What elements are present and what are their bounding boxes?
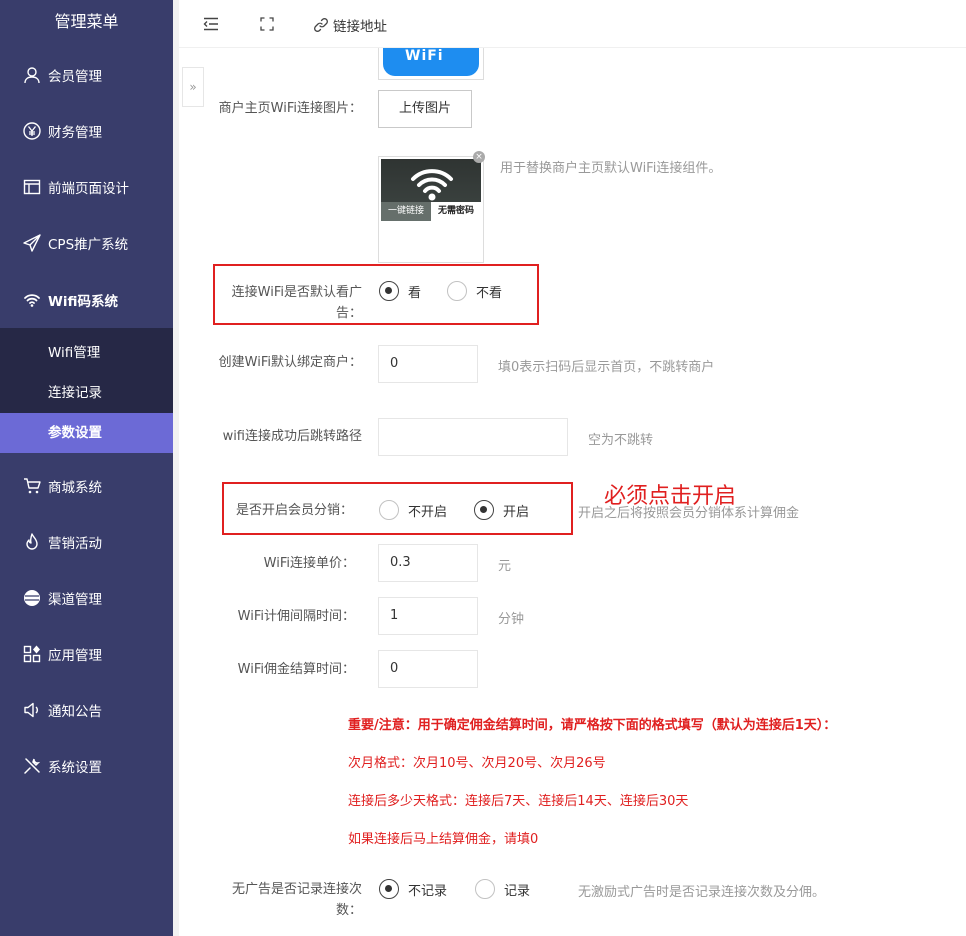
sidebar-divider bbox=[173, 0, 179, 936]
thumbnail-text: WiFi bbox=[405, 48, 444, 64]
sidebar-item-label: 前端页面设计 bbox=[48, 181, 129, 197]
wifi-image-hint: 用于替换商户主页默认WiFi连接组件。 bbox=[500, 161, 722, 176]
radio-label: 不记录 bbox=[408, 883, 448, 899]
sidebar-item-member[interactable]: 会员管理 bbox=[0, 55, 173, 95]
commission-label: 是否开启会员分销： bbox=[235, 503, 353, 518]
redirect-path-input[interactable] bbox=[378, 418, 568, 456]
redirect-path-hint: 空为不跳转 bbox=[588, 433, 654, 448]
top-bar: 链接地址 bbox=[179, 0, 966, 48]
wifi-icon bbox=[411, 169, 453, 201]
settle-time-label: WiFi佣金结算时间： bbox=[237, 662, 355, 677]
radio-circle bbox=[474, 500, 494, 520]
sidebar-item-notice[interactable]: 通知公告 bbox=[0, 690, 173, 730]
radio-label: 开启 bbox=[503, 504, 530, 520]
collapse-menu-icon[interactable] bbox=[201, 14, 221, 34]
speaker-icon bbox=[22, 700, 42, 720]
layout-icon bbox=[22, 177, 42, 197]
radio-no-ad[interactable]: 不看 bbox=[447, 281, 502, 301]
sidebar-title: 管理菜单 bbox=[0, 0, 173, 46]
upload-image-button[interactable]: 上传图片 bbox=[378, 90, 472, 128]
settle-time-input[interactable]: 0 bbox=[378, 650, 478, 688]
sidebar-item-mall[interactable]: 商城系统 bbox=[0, 466, 173, 506]
radio-record[interactable]: 记录 bbox=[475, 879, 530, 899]
tools-icon bbox=[22, 756, 42, 776]
radio-commission-off[interactable]: 不开启 bbox=[379, 500, 447, 520]
sidebar-item-channel[interactable]: 渠道管理 bbox=[0, 578, 173, 618]
wifi-image-label: 商户主页WiFi连接图片： bbox=[218, 101, 362, 116]
sidebar-item-system[interactable]: 系统设置 bbox=[0, 746, 173, 786]
ad-default-label: 连接WiFi是否默认看广告： bbox=[231, 285, 362, 321]
sidebar-item-finance[interactable]: 财务管理 bbox=[0, 111, 173, 151]
sidebar-item-label: 渠道管理 bbox=[48, 592, 102, 608]
expand-panel-icon[interactable]: » bbox=[182, 67, 204, 107]
settle-note-days: 连接后多少天格式：连接后7天、连接后14天、连接后30天 bbox=[348, 794, 689, 809]
thumbnail-caption-left: 一键链接 bbox=[381, 202, 431, 221]
sidebar-item-marketing[interactable]: 营销活动 bbox=[0, 522, 173, 562]
interval-input[interactable]: 1 bbox=[378, 597, 478, 635]
sidebar-item-label: 系统设置 bbox=[48, 760, 102, 776]
no-ad-record-label: 无广告是否记录连接次数： bbox=[231, 882, 362, 918]
sidebar-item-frontend-design[interactable]: 前端页面设计 bbox=[0, 167, 173, 207]
settle-note-monthly: 次月格式：次月10号、次月20号、次月26号 bbox=[348, 756, 606, 771]
fullscreen-icon[interactable] bbox=[257, 14, 277, 34]
link-icon bbox=[314, 18, 328, 32]
bind-merchant-input[interactable]: 0 bbox=[378, 345, 478, 383]
interval-label: WiFi计佣间隔时间： bbox=[237, 609, 355, 624]
radio-circle bbox=[379, 281, 399, 301]
settle-note-immediate: 如果连接后马上结算佣金，请填0 bbox=[348, 832, 539, 847]
radio-circle bbox=[475, 879, 495, 899]
sidebar-item-label: 会员管理 bbox=[48, 69, 102, 85]
sidebar-item-label: 商城系统 bbox=[48, 480, 102, 496]
sidebar-item-label: 应用管理 bbox=[48, 648, 102, 664]
bind-merchant-label: 创建WiFi默认绑定商户： bbox=[218, 355, 362, 370]
cart-icon bbox=[22, 476, 42, 496]
price-input[interactable]: 0.3 bbox=[378, 544, 478, 582]
sidebar-subitem-wifi-manage[interactable]: Wifi管理 bbox=[0, 333, 173, 373]
radio-label: 记录 bbox=[504, 883, 531, 899]
sidebar-item-label: Wifi码系统 bbox=[48, 294, 119, 310]
user-icon bbox=[22, 65, 42, 85]
sidebar-subitem-params[interactable]: 参数设置 bbox=[0, 413, 173, 453]
wifi-icon-thumbnail: WiFi bbox=[378, 48, 484, 80]
link-address-label: 链接地址 bbox=[333, 19, 387, 35]
radio-no-record[interactable]: 不记录 bbox=[379, 879, 447, 899]
send-icon bbox=[22, 233, 42, 253]
sidebar-item-label: 财务管理 bbox=[48, 125, 102, 141]
radio-circle bbox=[379, 500, 399, 520]
fire-icon bbox=[22, 532, 42, 552]
sidebar-item-apps[interactable]: 应用管理 bbox=[0, 634, 173, 674]
sidebar-item-label: 通知公告 bbox=[48, 704, 102, 720]
radio-circle bbox=[447, 281, 467, 301]
apps-icon bbox=[22, 644, 42, 664]
sidebar-item-label: CPS推广系统 bbox=[48, 237, 129, 253]
radio-label: 不看 bbox=[476, 285, 503, 301]
no-ad-record-hint: 无激励式广告时是否记录连接次数及分佣。 bbox=[578, 885, 826, 900]
settle-note-important: 重要/注意：用于确定佣金结算时间，请严格按下面的格式填写（默认为连接后1天）： bbox=[348, 718, 837, 733]
wifi-icon bbox=[22, 290, 42, 310]
radio-commission-on[interactable]: 开启 bbox=[474, 500, 529, 520]
link-address-button[interactable]: 链接地址 bbox=[314, 15, 387, 35]
remove-image-icon[interactable]: × bbox=[473, 151, 485, 163]
sidebar: 管理菜单 会员管理 财务管理 前端页面设计 CPS推广系统 Wifi码系统 Wi… bbox=[0, 0, 173, 936]
thumbnail-caption-right: 无需密码 bbox=[431, 202, 481, 221]
price-label: WiFi连接单价： bbox=[263, 556, 355, 571]
radio-label: 看 bbox=[408, 285, 422, 301]
redirect-path-label: wifi连接成功后跳转路径 bbox=[222, 429, 362, 444]
sidebar-subitem-connect-records[interactable]: 连接记录 bbox=[0, 373, 173, 413]
price-unit: 元 bbox=[498, 559, 512, 574]
radio-label: 不开启 bbox=[408, 504, 448, 520]
radio-watch-ad[interactable]: 看 bbox=[379, 281, 421, 301]
circle-icon bbox=[22, 588, 42, 608]
bind-merchant-hint: 填0表示扫码后显示首页，不跳转商户 bbox=[498, 360, 715, 375]
wifi-connect-image-thumbnail: 一键链接 无需密码 bbox=[378, 156, 484, 263]
commission-hint: 开启之后将按照会员分销体系计算佣金 bbox=[578, 506, 800, 521]
sidebar-item-wifi[interactable]: Wifi码系统 bbox=[0, 280, 173, 320]
sidebar-item-label: 营销活动 bbox=[48, 536, 102, 552]
radio-circle bbox=[379, 879, 399, 899]
sidebar-item-cps[interactable]: CPS推广系统 bbox=[0, 223, 173, 263]
yen-icon bbox=[22, 121, 42, 141]
interval-unit: 分钟 bbox=[498, 612, 525, 627]
